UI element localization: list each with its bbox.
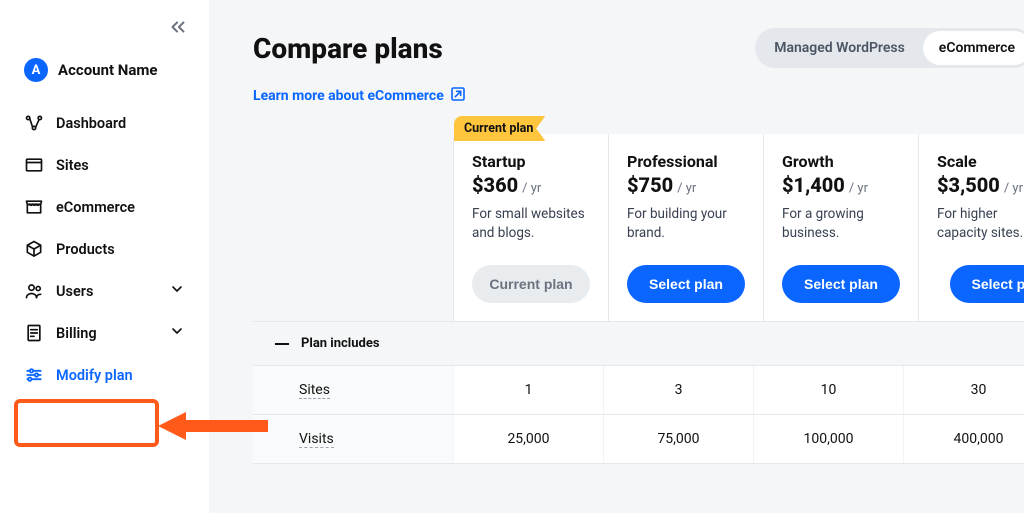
plan-period: / yr [677,181,696,196]
sidebar-item-ecommerce[interactable]: eCommerce [8,186,201,228]
feature-value: 3 [603,366,753,414]
feature-label: Visits [299,431,334,448]
sidebar-item-label: eCommerce [56,199,135,216]
sidebar-item-label: Sites [56,157,89,174]
main-content: Compare plans Managed WordPress eCommerc… [209,0,1024,513]
collapse-sidebar-icon[interactable] [167,16,189,42]
sidebar-item-products[interactable]: Products [8,228,201,270]
feature-row-visits: Visits 25,000 75,000 100,000 400,000 [253,415,1024,464]
select-plan-button[interactable]: Select plan [950,265,1024,303]
feature-value: 25,000 [453,415,603,463]
chevron-down-icon [169,281,185,301]
current-plan-badge: Current plan [454,116,545,141]
feature-value: 400,000 [903,415,1024,463]
plan-period: / yr [1004,181,1023,196]
plan-price: $1,400 [782,173,845,197]
plan-column-startup: Current plan Startup $360 / yr For small… [453,134,608,321]
sidebar: A Account Name Dashboard Sites eCommer [0,0,209,513]
sidebar-item-label: Dashboard [56,115,126,132]
sidebar-item-dashboard[interactable]: Dashboard [8,102,201,144]
account-name: Account Name [58,61,158,79]
plan-description: For a growing business. [782,205,900,245]
current-plan-button: Current plan [472,265,590,303]
feature-value: 1 [453,366,603,414]
page-title: Compare plans [253,32,443,65]
plan-name: Growth [782,152,900,171]
feature-label: Sites [299,382,330,399]
plan-column-scale: Scale $3,500 / yr For higher capacity si… [918,134,1024,321]
avatar: A [24,58,48,82]
sidebar-item-label: Users [56,283,93,300]
store-icon [24,197,44,217]
plan-name: Professional [627,152,745,171]
sidebar-item-billing[interactable]: Billing [8,312,201,354]
feature-value: 75,000 [603,415,753,463]
feature-value: 100,000 [753,415,903,463]
plan-description: For small websites and blogs. [472,205,590,245]
plan-column-professional: Professional $750 / yr For building your… [608,134,763,321]
products-icon [24,239,44,259]
select-plan-button[interactable]: Select plan [627,265,745,303]
sidebar-item-sites[interactable]: Sites [8,144,201,186]
tab-ecommerce[interactable]: eCommerce [923,31,1024,65]
feature-row-sites: Sites 1 3 10 30 [253,366,1024,415]
sidebar-item-label: Modify plan [56,367,133,384]
plan-includes-label: Plan includes [301,336,380,351]
account-selector[interactable]: A Account Name [0,48,209,98]
plan-period: / yr [849,181,868,196]
billing-icon [24,323,44,343]
users-icon [24,281,44,301]
feature-value: 10 [753,366,903,414]
feature-value: 30 [903,366,1024,414]
plan-type-toggle: Managed WordPress eCommerce [755,28,1024,68]
external-link-icon [450,86,466,106]
plan-price: $3,500 [937,173,1000,197]
plan-price: $750 [627,173,673,197]
plan-description: For higher capacity sites. [937,205,1024,245]
select-plan-button[interactable]: Select plan [782,265,900,303]
sidebar-item-modify-plan[interactable]: Modify plan [8,354,201,396]
sidebar-item-label: Products [56,241,115,258]
collapse-icon [275,343,289,345]
plan-name: Scale [937,152,1024,171]
dashboard-icon [24,113,44,133]
learn-more-link[interactable]: Learn more about eCommerce [253,86,466,106]
plan-price: $360 [472,173,518,197]
sites-icon [24,155,44,175]
plan-name: Startup [472,152,590,171]
tab-managed-wordpress[interactable]: Managed WordPress [758,31,921,65]
plan-description: For building your brand. [627,205,745,245]
plan-column-growth: Growth $1,400 / yr For a growing busines… [763,134,918,321]
plan-includes-header[interactable]: Plan includes [253,322,1024,366]
learn-more-text: Learn more about eCommerce [253,88,444,104]
sidebar-item-label: Billing [56,325,97,342]
sliders-icon [24,365,44,385]
plan-period: / yr [522,181,541,196]
chevron-down-icon [169,323,185,343]
sidebar-item-users[interactable]: Users [8,270,201,312]
